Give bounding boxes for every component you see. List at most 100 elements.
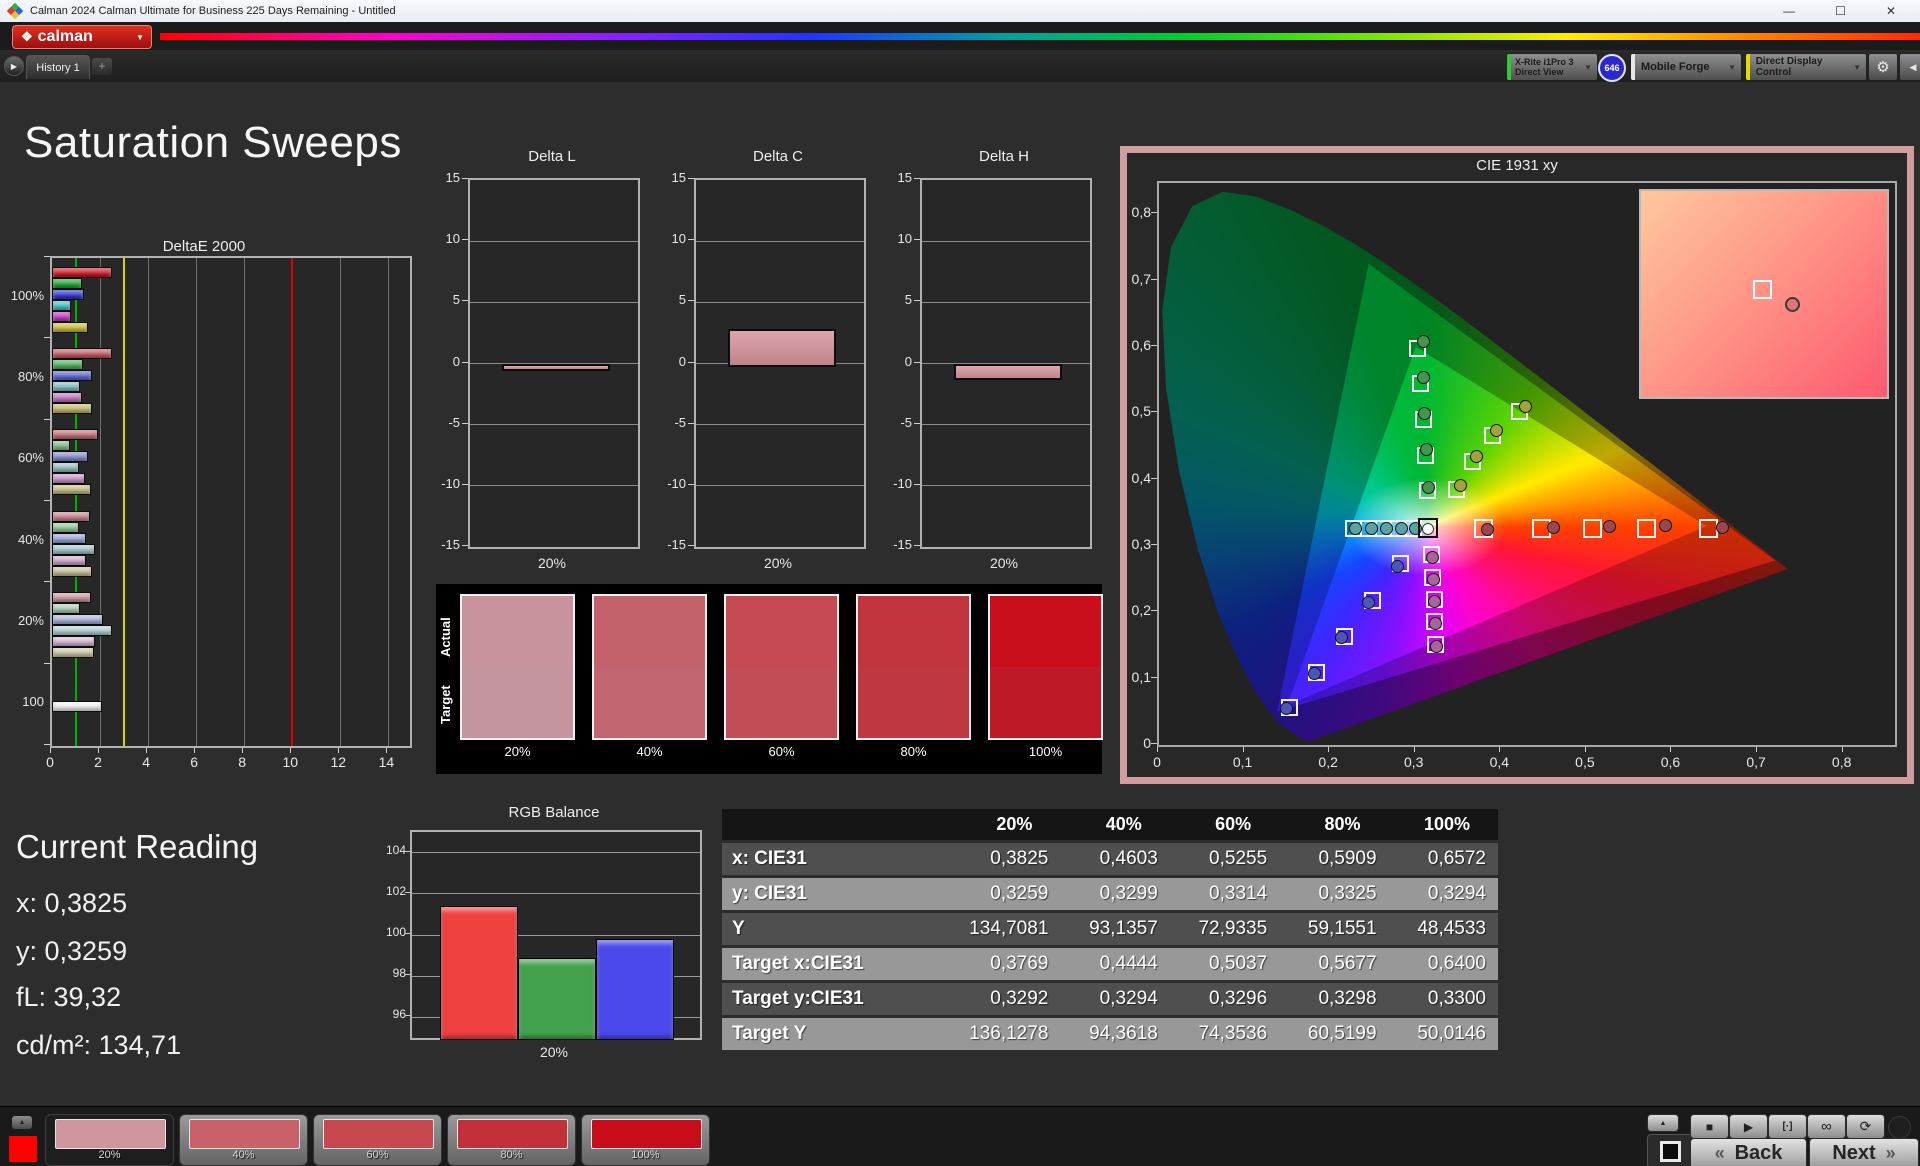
patch-button-20%[interactable]: 20% [45,1114,174,1166]
x-tick [1841,747,1843,752]
display-control-dropdown[interactable]: Direct Display Control ▼ [1745,53,1867,81]
current-reading: Current Reading x: 0,3825 y: 0,3259 fL: … [16,818,376,1068]
y-tick [44,744,50,745]
gridline [147,258,149,746]
y-tick [688,483,694,485]
gridline [696,301,864,303]
y-group-label: 80% [17,369,44,384]
gridline [243,258,245,746]
reading-cd: cd/m²: 134,71 [16,1030,182,1060]
y-tick [44,500,50,501]
collapse-panel-button[interactable]: ◀ [1899,53,1920,81]
refresh-button[interactable]: ⟳ [1846,1114,1885,1139]
back-button[interactable]: « Back [1690,1138,1807,1166]
cie-measured-green [1419,442,1433,456]
reading-x: x: 0,3825 [16,888,128,918]
y-tick [44,256,50,257]
cie-measured-magenta [1427,594,1441,608]
rgb-bar-blue [596,939,674,1040]
page-title: Saturation Sweeps [24,118,402,167]
table-corner [722,809,951,840]
close-button[interactable]: ✕ [1886,4,1896,18]
meter-id-badge[interactable]: 646 [1598,54,1626,82]
table-cell: 0,6572 [1388,843,1498,875]
swatch-20% [460,594,575,740]
continuous-read-button[interactable]: ∞ [1807,1114,1846,1139]
table-cell: 0,3298 [1279,983,1389,1015]
patch-button-100%[interactable]: 100% [581,1114,710,1166]
y-tick-label: 15 [671,170,686,185]
history-play-button[interactable]: ▶ [4,56,24,76]
swatch-60% [724,594,839,740]
swatch-actual [726,596,837,667]
y-tick [688,545,694,546]
nav-expand-button[interactable]: ▲ [1647,1114,1679,1132]
patch-button-80%[interactable]: 80% [447,1114,576,1166]
source-dropdown[interactable]: Mobile Forge ▼ [1630,53,1742,81]
cie-measured-blue [1280,701,1294,715]
cie-measured-cyan [1394,521,1408,535]
y-group-label: 40% [17,531,44,547]
maximize-button[interactable]: ☐ [1835,4,1846,18]
y-tick [914,300,920,302]
y-tick [914,361,920,363]
y-tick [462,239,468,241]
add-tab-button[interactable]: + [92,58,112,75]
swatch-40% [592,594,707,740]
pattern-window-button[interactable] [1647,1134,1693,1166]
chart-title: RGB Balance [508,804,600,821]
deltae2000-chart: DeltaE 2000 0 2 4 6 8 10 12 14 100% 80% 60% 40% 20% 10… [0,236,430,776]
x-category-label: 20% [763,555,793,571]
deltae-bar-80%-0 [52,348,112,359]
window-titlebar: Calman 2024 Calman Ultimate for Business… [0,0,1920,22]
meter-dropdown[interactable]: X-Rite i1Pro 3 Direct View ▼ [1506,53,1598,81]
patch-swatch [323,1119,434,1149]
stop-button[interactable]: ■ [1690,1114,1729,1139]
swatch-actual [462,596,573,667]
x-tick-label: 0 [1153,754,1161,770]
chart-title: Delta L [528,148,576,165]
deltae-bar-20%-3 [52,625,112,636]
calman-logo-button[interactable]: ❖ calman ▼ [12,25,152,49]
deltae-bar-80%-2 [52,370,93,381]
y-tick-label: 0,7 [1131,270,1151,287]
current-reading-title: Current Reading [16,828,259,865]
y-tick-label: 0,3 [1131,535,1151,552]
table-cell: 0,3325 [1279,878,1389,910]
deltae-bar-100%-1 [52,277,82,289]
deltae-bar-80%-5 [52,403,93,414]
y-tick [44,337,50,339]
table-cell: 0,3292 [951,983,1061,1015]
single-read-button[interactable]: [·] [1768,1114,1807,1139]
x-tick [1670,747,1672,752]
patch-button-60%[interactable]: 60% [313,1114,442,1166]
play-button[interactable]: ▶ [1729,1114,1768,1139]
settings-gear-button[interactable]: ⚙ [1868,53,1898,81]
actual-row-label: Actual [438,617,453,657]
minimize-button[interactable]: — [1783,4,1795,18]
tab-history-1[interactable]: History 1 [26,55,90,79]
delta-c-plot [694,178,866,549]
cie-whitepoint-measured [1421,523,1434,536]
calman-app-icon [6,2,24,20]
swatch-actual [990,596,1101,667]
y-tick-label: 0 [678,353,686,369]
x-tick [290,748,292,753]
cie-measured-yellow [1470,449,1484,463]
next-button[interactable]: Next » [1809,1138,1919,1166]
cie-measured-magenta [1426,572,1440,586]
y-tick [462,545,468,546]
cie-measured-magenta [1429,639,1443,653]
y-tick [462,422,468,424]
y-tick [44,418,50,420]
cie-measured-red [1603,519,1617,533]
app-bar: ❖ calman ▼ [0,22,1920,50]
patch-button-40%[interactable]: 40% [179,1114,308,1166]
y-tick [1151,676,1157,678]
rainbow-gradient-strip [160,33,1920,40]
delta-lch-charts: Delta L 15 10 5 0 -5 -10 -15 20% Delta C 15 10 5 0 -5 -… [440,146,1100,582]
y-tick-label: 0,6 [1131,336,1151,353]
pattern-toggle-button[interactable]: ▲ [12,1116,32,1129]
y-tick [405,933,410,934]
rgb-bar-red [440,906,518,1040]
